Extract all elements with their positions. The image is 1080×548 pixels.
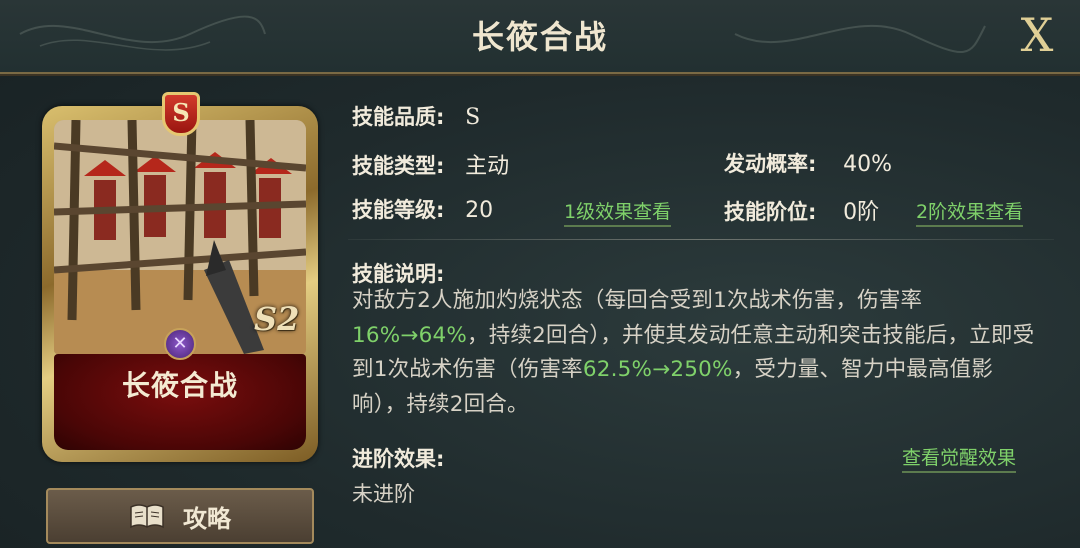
description-highlight-1: 16%→64% xyxy=(352,322,467,348)
description-highlight-2: 62.5%→250% xyxy=(582,357,733,382)
close-button[interactable]: X xyxy=(1012,10,1062,60)
awakening-effect-link[interactable]: 查看觉醒效果 xyxy=(902,443,1017,473)
quality-label: 技能品质: xyxy=(352,105,445,129)
type-label: 技能类型: xyxy=(352,154,445,178)
advance-label: 进阶效果: xyxy=(352,447,445,471)
strategy-guide-button[interactable]: 攻略 xyxy=(46,488,314,544)
skill-level-mark: S2 xyxy=(254,300,300,338)
page-title: 长筱合战 xyxy=(471,18,608,56)
card-skill-name: 长筱合战 xyxy=(121,369,238,402)
trigger-value: 40% xyxy=(843,152,892,177)
tier-value: 0阶 xyxy=(843,200,880,225)
grade-letter: S xyxy=(172,98,190,127)
level-label: 技能等级: xyxy=(352,198,445,222)
trigger-label: 发动概率: xyxy=(724,152,817,176)
book-icon xyxy=(130,504,164,529)
advance-value: 未进阶 xyxy=(352,482,415,506)
tier-row: 技能阶位: 0阶 xyxy=(724,194,879,226)
type-row: 技能类型: 主动 xyxy=(352,148,509,180)
level-row: 技能等级: 20 xyxy=(352,194,493,224)
description-label: 技能说明: xyxy=(352,262,445,286)
quality-value: S xyxy=(465,105,481,130)
skill-card: 长筱合战 S ✕ S2 xyxy=(38,92,322,464)
strategy-guide-label: 攻略 xyxy=(183,504,231,533)
trigger-row: 发动概率: 40% xyxy=(724,148,892,178)
title-bar: 长筱合战 X xyxy=(0,0,1080,74)
skill-description: 对敌方2人施加灼烧状态（每回合受到1次战术伤害，伤害率16%→64%，持续2回合… xyxy=(352,284,1042,422)
level-value: 20 xyxy=(465,198,494,223)
tier2-effect-link[interactable]: 2阶效果查看 xyxy=(916,197,1024,227)
type-value: 主动 xyxy=(465,154,510,179)
description-text-1: 对敌方2人施加灼烧状态（每回合受到1次战术伤害，伤害率 xyxy=(352,288,923,313)
quality-row: 技能品质: S xyxy=(352,101,480,131)
advance-heading: 进阶效果: xyxy=(352,443,444,473)
tier-label: 技能阶位: xyxy=(724,200,817,224)
advance-status: 未进阶 xyxy=(352,478,415,508)
section-divider xyxy=(348,239,1054,240)
grade-badge: S xyxy=(162,92,200,138)
active-skill-icon: ✕ xyxy=(164,328,196,360)
level1-effect-link[interactable]: 1级效果查看 xyxy=(564,197,672,227)
